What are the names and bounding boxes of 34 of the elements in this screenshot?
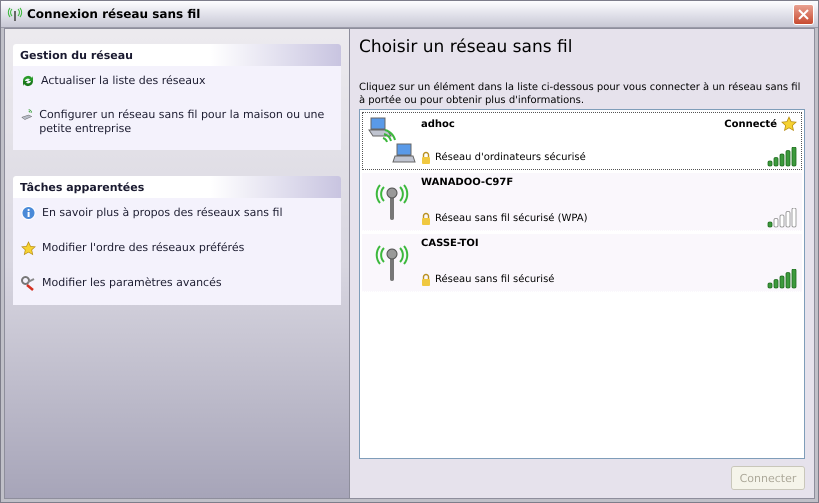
section-header: Gestion du réseau	[13, 44, 341, 66]
network-name: adhoc	[421, 118, 456, 130]
network-item[interactable]: CASSE-TOI Réseau sans fil sécurisé	[362, 234, 802, 292]
lock-icon	[421, 150, 431, 164]
tools-icon	[21, 276, 36, 291]
window-title: Connexion réseau sans fil	[27, 7, 202, 21]
wireless-icon	[7, 7, 23, 21]
refresh-icon	[21, 74, 35, 88]
wireless-device-icon	[21, 108, 34, 122]
lock-icon	[421, 212, 431, 224]
network-item[interactable]: WANADOO-C97F Réseau sans fil sécurisé (WPA)	[362, 173, 802, 231]
task-link[interactable]: Configurer un réseau sans fil pour la maison ou une petite entreprise	[39, 108, 331, 136]
instructions-text: Cliquez sur un élément dans la liste ci-dessous pour vous connecter à un réseau sans fil à portée ou pour obtenir plus d'informations.	[359, 81, 802, 107]
info-icon	[21, 206, 36, 221]
antenna-icon	[375, 182, 409, 222]
security-label: Réseau d'ordinateurs sécurisé	[435, 152, 587, 162]
page-heading: Choisir un réseau sans fil	[359, 37, 574, 57]
network-name: WANADOO-C97F	[421, 177, 514, 188]
lock-icon	[421, 272, 431, 286]
star-icon	[21, 241, 36, 256]
network-item[interactable]: adhoc Connecté Réseau d'ordinateurs sécurisé	[362, 112, 802, 170]
connection-status: Connecté	[724, 118, 777, 130]
task-link[interactable]: Modifier l'ordre des réseaux préférés	[42, 241, 244, 255]
network-name: CASSE-TOI	[421, 238, 480, 249]
task-link[interactable]: Actualiser la liste des réseaux	[41, 74, 206, 88]
close-icon	[798, 8, 809, 20]
star-icon	[781, 116, 797, 132]
security-label: Réseau sans fil sécurisé	[435, 274, 556, 284]
task-link[interactable]: En savoir plus à propos des réseaux sans fil	[42, 206, 283, 220]
close-button[interactable]	[793, 4, 814, 24]
task-link[interactable]: Modifier les paramètres avancés	[42, 276, 222, 290]
antenna-icon	[375, 243, 409, 283]
section-header: Tâches apparentées	[13, 176, 341, 198]
security-label: Réseau sans fil sécurisé (WPA)	[435, 212, 589, 224]
